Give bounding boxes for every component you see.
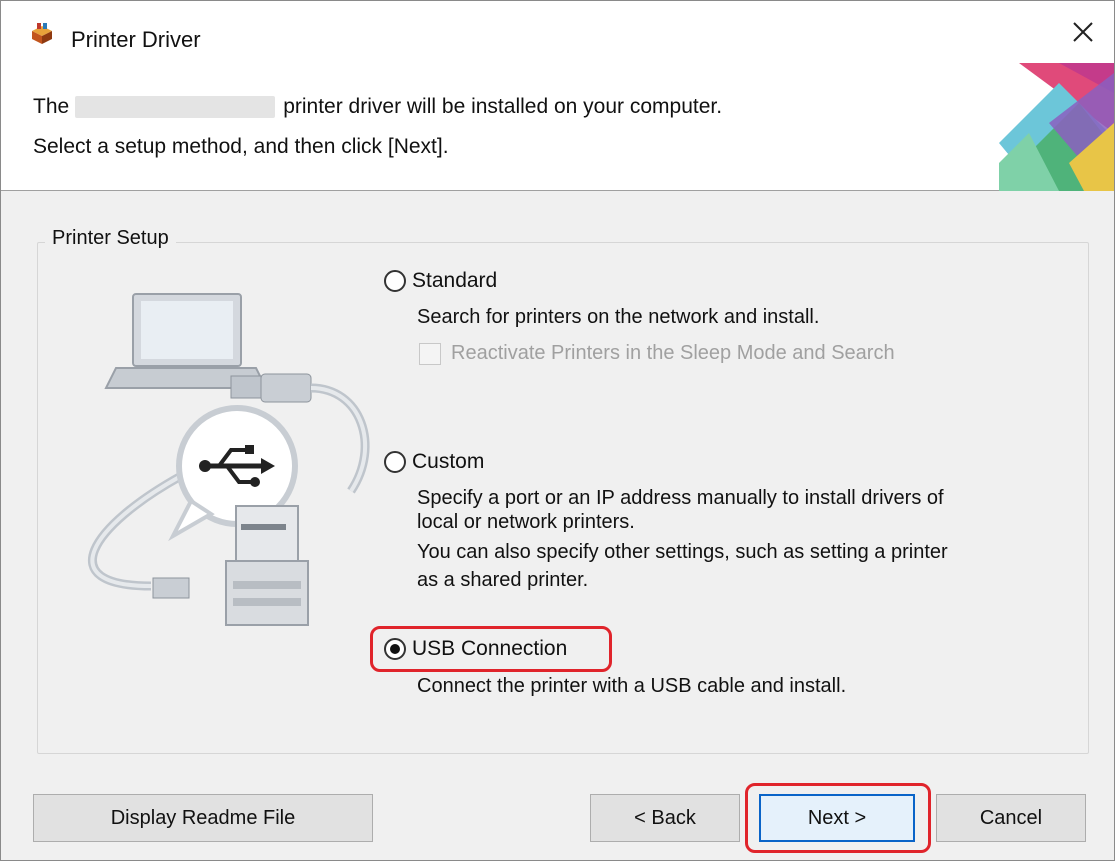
radio-standard-label: Standard <box>412 269 498 292</box>
custom-description-line-2: local or network printers. <box>417 511 635 533</box>
radio-standard-indicator[interactable] <box>384 270 406 292</box>
printer-driver-app-icon <box>29 23 55 45</box>
instruction-header: The printer driver will be installed on y… <box>1 63 1114 191</box>
window-title: Printer Driver <box>71 27 201 52</box>
title-bar: Printer Driver <box>1 1 1114 63</box>
instruction-suffix: printer driver will be installed on your… <box>283 95 723 118</box>
radio-usb-connection-label: USB Connection <box>412 637 568 660</box>
radio-custom-label: Custom <box>412 450 485 473</box>
instruction-line-1: The printer driver will be installed on y… <box>33 95 722 119</box>
cancel-button[interactable]: Cancel <box>936 794 1086 842</box>
reactivate-checkbox[interactable]: Reactivate Printers in the Sleep Mode an… <box>419 342 895 365</box>
radio-custom[interactable]: Custom <box>384 450 484 474</box>
reactivate-checkbox-label: Reactivate Printers in the Sleep Mode an… <box>451 342 895 364</box>
banner-graphic <box>999 63 1114 191</box>
printer-setup-label: Printer Setup <box>45 227 176 250</box>
radio-usb-connection-indicator[interactable] <box>384 638 406 660</box>
instruction-line-2: Select a setup method, and then click [N… <box>33 135 449 158</box>
close-icon <box>1073 22 1093 42</box>
laptop-usb-printer-illustration <box>87 293 370 626</box>
usb-connection-description: Connect the printer with a USB cable and… <box>417 675 847 697</box>
radio-usb-connection[interactable]: USB Connection <box>384 637 567 661</box>
reactivate-checkbox-box[interactable] <box>419 342 441 365</box>
next-button[interactable]: Next > <box>759 794 915 842</box>
custom-description-line-4: as a shared printer. <box>417 569 589 591</box>
redacted-printer-name <box>75 96 276 119</box>
printer-driver-dialog: Printer Driver The printer driver will be… <box>0 0 1115 861</box>
instruction-prefix: The <box>33 95 70 118</box>
standard-description: Search for printers on the network and i… <box>417 306 820 328</box>
back-button[interactable]: < Back <box>590 794 740 842</box>
close-button[interactable] <box>1052 1 1114 63</box>
display-readme-button[interactable]: Display Readme File <box>33 794 373 842</box>
custom-description-line-3: You can also specify other settings, suc… <box>417 541 948 563</box>
radio-custom-indicator[interactable] <box>384 451 406 473</box>
radio-standard[interactable]: Standard <box>384 269 497 293</box>
